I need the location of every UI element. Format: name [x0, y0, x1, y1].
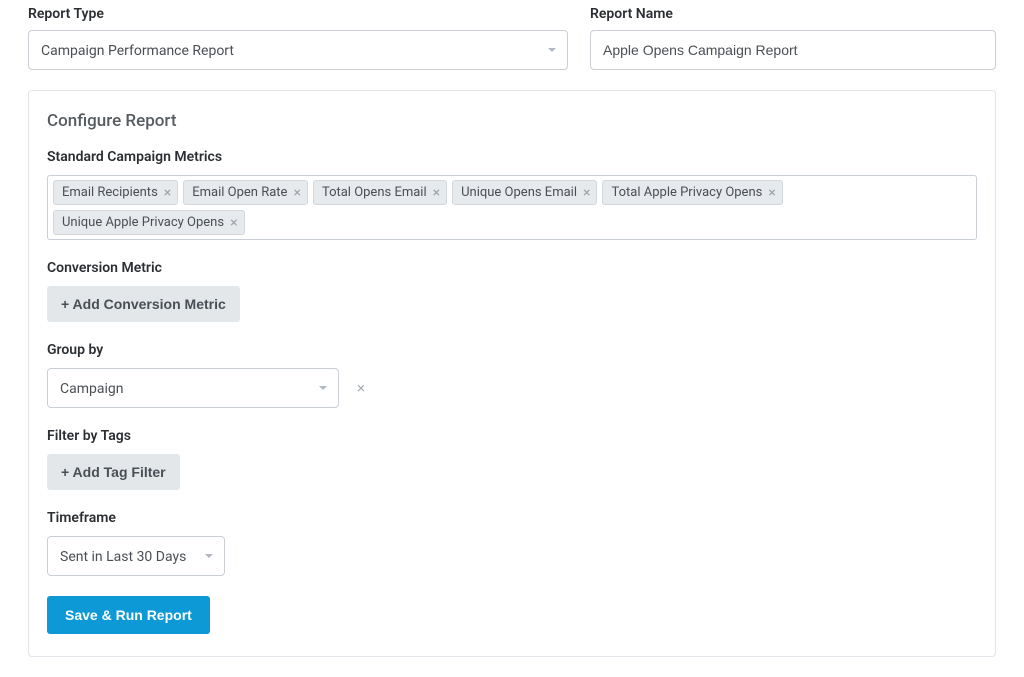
conversion-metric-label: Conversion Metric — [47, 260, 977, 276]
close-icon[interactable]: × — [293, 186, 300, 200]
close-icon[interactable]: × — [164, 186, 171, 200]
report-name-label: Report Name — [590, 6, 996, 22]
filter-by-tags-label: Filter by Tags — [47, 428, 977, 444]
metric-tag[interactable]: Email Open Rate × — [183, 180, 308, 205]
add-tag-filter-button[interactable]: + Add Tag Filter — [47, 454, 180, 490]
close-icon[interactable]: × — [583, 186, 590, 200]
close-icon[interactable]: × — [230, 216, 237, 230]
group-by-label: Group by — [47, 342, 977, 358]
metric-tag[interactable]: Unique Opens Email × — [452, 180, 597, 205]
metric-tag-label: Unique Opens Email — [461, 185, 577, 200]
report-type-select[interactable]: Campaign Performance Report — [28, 30, 568, 70]
metric-tag[interactable]: Email Recipients × — [53, 180, 178, 205]
close-icon[interactable]: × — [768, 186, 775, 200]
timeframe-select[interactable]: Sent in Last 30 Days — [47, 536, 225, 576]
metric-tag-label: Total Opens Email — [322, 185, 427, 200]
report-type-label: Report Type — [28, 6, 568, 22]
metric-tag[interactable]: Unique Apple Privacy Opens × — [53, 210, 245, 235]
metric-tag-label: Total Apple Privacy Opens — [611, 185, 762, 200]
add-conversion-metric-button[interactable]: + Add Conversion Metric — [47, 286, 240, 322]
metric-tag-label: Email Open Rate — [192, 185, 287, 200]
close-icon[interactable]: × — [357, 381, 365, 396]
metric-tag[interactable]: Total Apple Privacy Opens × — [602, 180, 782, 205]
configure-report-panel: Configure Report Standard Campaign Metri… — [28, 90, 996, 657]
metric-tag-label: Email Recipients — [62, 185, 158, 200]
timeframe-label: Timeframe — [47, 510, 977, 526]
close-icon[interactable]: × — [433, 186, 440, 200]
metric-tag-label: Unique Apple Privacy Opens — [62, 215, 224, 230]
save-run-report-button[interactable]: Save & Run Report — [47, 596, 210, 634]
standard-metrics-label: Standard Campaign Metrics — [47, 149, 977, 165]
configure-report-title: Configure Report — [47, 111, 977, 131]
group-by-select[interactable]: Campaign — [47, 368, 339, 408]
metric-tag[interactable]: Total Opens Email × — [313, 180, 447, 205]
report-name-input[interactable] — [590, 30, 996, 70]
standard-metrics-input[interactable]: Email Recipients × Email Open Rate × Tot… — [47, 175, 977, 240]
